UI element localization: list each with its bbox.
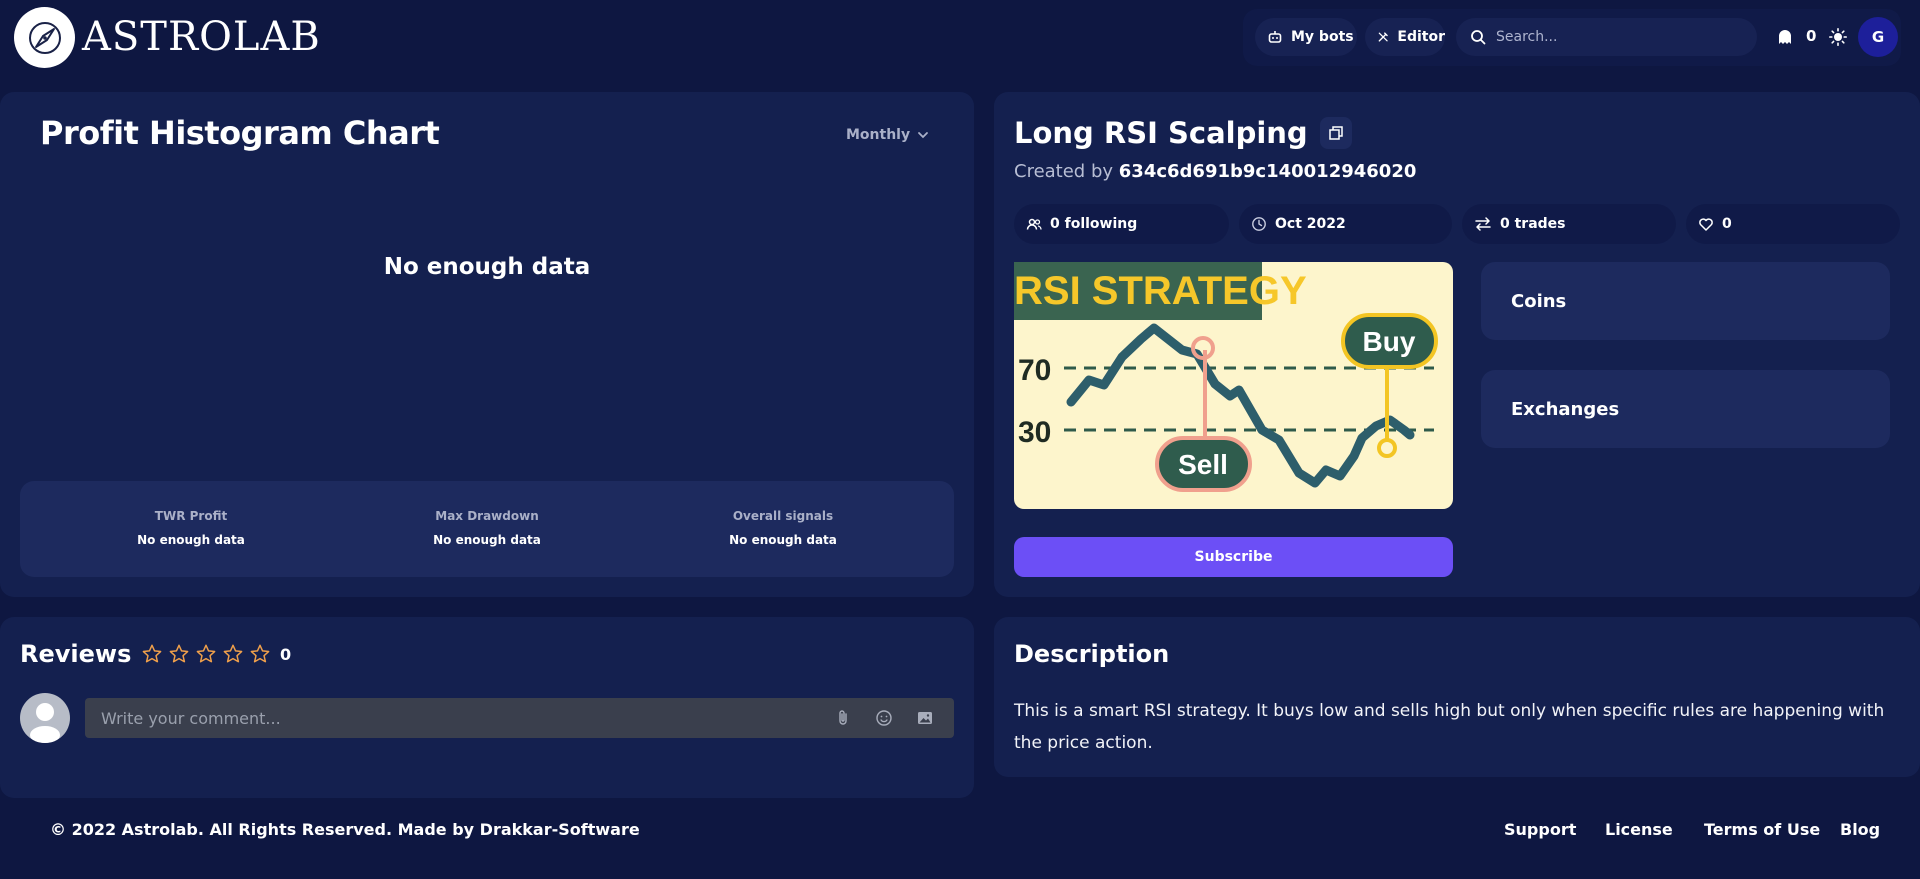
stat-max-drawdown: Max Drawdown No enough data <box>387 509 587 547</box>
emoji-icon[interactable] <box>875 709 893 727</box>
copyright-text: © 2022 Astrolab. All Rights Reserved. Ma… <box>50 820 480 839</box>
footer-link-terms[interactable]: Terms of Use <box>1704 820 1820 839</box>
period-label: Monthly <box>846 127 911 143</box>
level-low-label: 30 <box>1018 416 1051 449</box>
copyright: © 2022 Astrolab. All Rights Reserved. Ma… <box>50 820 640 839</box>
sun-icon <box>1829 28 1848 47</box>
trades-chip: 0 trades <box>1462 204 1676 244</box>
copy-icon <box>1328 126 1343 140</box>
users-icon <box>1026 218 1042 230</box>
comment-input[interactable] <box>101 708 801 728</box>
star-icon[interactable] <box>222 643 244 665</box>
following-chip: 0 following <box>1014 204 1229 244</box>
creation-date: Oct 2022 <box>1275 216 1346 232</box>
company-link[interactable]: Drakkar-Software <box>480 820 640 839</box>
buy-label: Buy <box>1363 326 1416 357</box>
footer-link-support[interactable]: Support <box>1504 820 1576 839</box>
sell-label: Sell <box>1178 449 1228 480</box>
chart-title: Profit Histogram Chart <box>40 114 440 152</box>
editor-label: Editor <box>1397 29 1445 45</box>
swap-arrows-icon <box>1475 217 1491 231</box>
chevron-down-icon <box>918 132 929 139</box>
theme-toggle[interactable] <box>1829 28 1848 50</box>
coins-label: Coins <box>1511 290 1567 312</box>
banner-text: RSI STRATEGY <box>1014 269 1307 313</box>
rating-stars[interactable] <box>141 643 276 665</box>
stat-value: No enough data <box>137 533 245 547</box>
stat-overall-signals: Overall signals No enough data <box>683 509 883 547</box>
logo[interactable] <box>14 7 75 68</box>
strategy-image: RSI STRATEGY 70 30 Sell Buy <box>1014 262 1453 509</box>
likes-chip[interactable]: 0 <box>1686 204 1900 244</box>
my-bots-button[interactable]: My bots <box>1255 18 1357 56</box>
stat-twr-profit: TWR Profit No enough data <box>91 509 291 547</box>
star-icon[interactable] <box>195 643 217 665</box>
user-avatar[interactable]: G <box>1858 17 1898 57</box>
following-count: 0 following <box>1050 216 1138 232</box>
search-icon <box>1471 30 1486 45</box>
star-icon[interactable] <box>141 643 163 665</box>
review-count: 0 <box>280 645 292 664</box>
description-title: Description <box>1014 640 1170 668</box>
heart-icon <box>1699 218 1713 231</box>
exchanges-panel[interactable]: Exchanges <box>1481 370 1890 448</box>
stat-value: No enough data <box>729 533 837 547</box>
star-icon[interactable] <box>249 643 271 665</box>
stat-label: Overall signals <box>732 509 834 523</box>
notifications-button[interactable] <box>1776 28 1794 50</box>
created-by: Created by 634c6d691b9c140012946020 <box>1014 161 1416 182</box>
user-icon <box>30 703 60 743</box>
creator-link[interactable]: 634c6d691b9c140012946020 <box>1119 161 1417 182</box>
reviews-title: Reviews <box>20 640 132 668</box>
stat-value: No enough data <box>433 533 541 547</box>
copy-button[interactable] <box>1319 117 1352 149</box>
exchanges-label: Exchanges <box>1511 398 1620 420</box>
comment-box[interactable] <box>85 698 954 738</box>
level-high-label: 70 <box>1018 354 1051 387</box>
subscribe-button[interactable]: Subscribe <box>1014 537 1453 577</box>
ghost-icon <box>1779 30 1791 44</box>
robot-icon <box>1268 31 1282 43</box>
compass-icon <box>28 21 61 54</box>
commenter-avatar <box>20 693 70 743</box>
search-bar[interactable] <box>1456 18 1757 56</box>
footer-link-blog[interactable]: Blog <box>1840 820 1880 839</box>
date-chip: Oct 2022 <box>1239 204 1452 244</box>
description-text: This is a smart RSI strategy. It buys lo… <box>1014 701 1885 753</box>
notifications-count: 0 <box>1806 27 1817 45</box>
footer-link-license[interactable]: License <box>1605 820 1673 839</box>
period-dropdown[interactable]: Monthly <box>846 127 930 143</box>
brand-name[interactable]: ASTROLAB <box>82 14 321 60</box>
coins-panel[interactable]: Coins <box>1481 262 1890 340</box>
stat-label: Max Drawdown <box>435 509 539 523</box>
created-by-label: Created by <box>1014 161 1114 182</box>
my-bots-label: My bots <box>1291 29 1354 45</box>
clock-icon <box>1252 217 1266 231</box>
tools-icon <box>1378 32 1388 42</box>
star-icon[interactable] <box>168 643 190 665</box>
editor-button[interactable]: Editor <box>1365 18 1445 56</box>
likes-count: 0 <box>1722 216 1732 232</box>
search-input[interactable] <box>1496 29 1736 45</box>
paperclip-icon[interactable] <box>834 709 852 727</box>
chart-empty-message: No enough data <box>383 254 591 280</box>
stats-panel: TWR Profit No enough data Max Drawdown N… <box>20 481 954 577</box>
strategy-title: Long RSI Scalping <box>1014 116 1308 150</box>
image-icon[interactable] <box>916 709 934 727</box>
trades-count: 0 trades <box>1500 216 1566 232</box>
stat-label: TWR Profit <box>154 509 228 523</box>
strategy-header: Long RSI Scalping <box>1014 116 1352 150</box>
